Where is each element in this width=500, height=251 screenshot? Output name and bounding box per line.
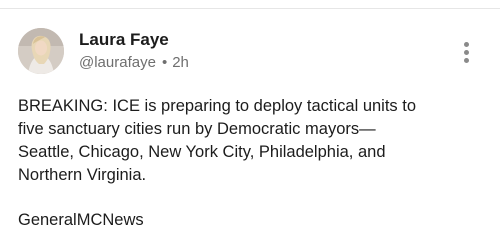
post-source: GeneralMCNews [18, 211, 144, 229]
more-dot [464, 58, 469, 63]
avatar-photo-icon [18, 28, 64, 74]
post-body: BREAKING: ICE is preparing to deploy tac… [18, 95, 488, 187]
post-timestamp[interactable]: 2h [172, 54, 189, 71]
author-handle[interactable]: @laurafaye [79, 54, 156, 71]
more-options-button[interactable] [456, 40, 478, 66]
author-name[interactable]: Laura Faye [79, 30, 169, 50]
post-body-line: Northern Virginia. [18, 166, 147, 184]
post-card[interactable]: Laura Faye @laurafaye • 2h BREAKING: ICE i… [0, 9, 500, 251]
post-body-line: Seattle, Chicago, New York City, Philade… [18, 143, 386, 161]
author-avatar[interactable] [18, 28, 64, 74]
more-dot [464, 50, 469, 55]
post-page: Laura Faye @laurafaye • 2h BREAKING: ICE i… [0, 0, 500, 251]
post-meta: @laurafaye • 2h [79, 54, 189, 71]
meta-separator: • [161, 54, 168, 71]
more-dot [464, 42, 469, 47]
post-body-line: five sanctuary cities run by Democratic … [18, 120, 376, 138]
post-body-line: BREAKING: ICE is preparing to deploy tac… [18, 97, 417, 115]
